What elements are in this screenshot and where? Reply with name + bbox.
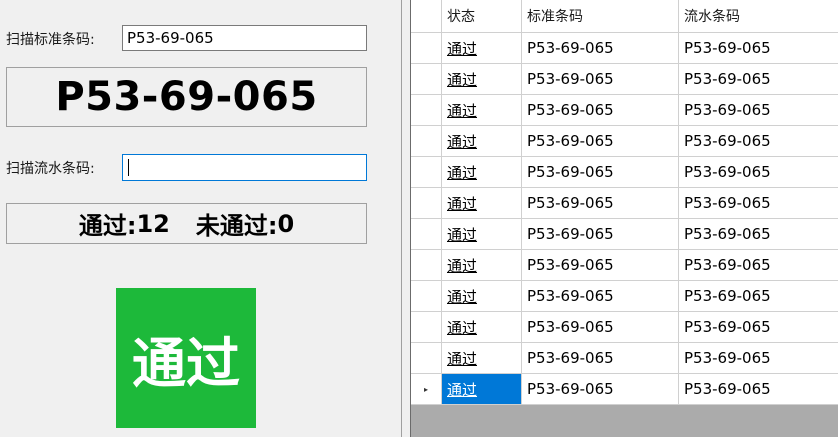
- serial-code-cell[interactable]: P53-69-065: [679, 188, 838, 218]
- standard-code-cell[interactable]: P53-69-065: [522, 281, 679, 311]
- standard-code-cell[interactable]: P53-69-065: [522, 33, 679, 63]
- status-link[interactable]: 通过: [447, 38, 477, 59]
- row-header[interactable]: [411, 312, 442, 342]
- app-window: 扫描标准条码: P53-69-065 P53-69-065 扫描流水条码: 通过…: [0, 0, 838, 437]
- status-link[interactable]: 通过: [447, 317, 477, 338]
- table-row[interactable]: 通过 P53-69-065 P53-69-065: [411, 95, 838, 126]
- standard-code-cell[interactable]: P53-69-065: [522, 64, 679, 94]
- column-header-serial[interactable]: 流水条码: [679, 0, 838, 32]
- column-header-status[interactable]: 状态: [442, 0, 522, 32]
- status-link[interactable]: 通过: [447, 286, 477, 307]
- serial-code-cell[interactable]: P53-69-065: [679, 157, 838, 187]
- status-cell[interactable]: 通过: [442, 95, 522, 125]
- scan-serial-label: 扫描流水条码:: [6, 161, 95, 177]
- status-indicator: 通过: [116, 288, 256, 428]
- table-row[interactable]: 通过 P53-69-065 P53-69-065: [411, 33, 838, 64]
- row-header[interactable]: [411, 281, 442, 311]
- scan-serial-input[interactable]: [122, 154, 367, 181]
- row-header-corner[interactable]: [411, 0, 442, 32]
- row-header[interactable]: [411, 250, 442, 280]
- serial-code-cell[interactable]: P53-69-065: [679, 64, 838, 94]
- grid-header: 状态 标准条码 流水条码: [411, 0, 838, 33]
- pass-count-value: 12: [136, 209, 170, 238]
- result-grid-panel: 状态 标准条码 流水条码 通过 P53-69-065 P53-69-065 通过 P53…: [410, 0, 838, 437]
- serial-code-cell[interactable]: P53-69-065: [679, 95, 838, 125]
- row-header[interactable]: ▸: [411, 374, 442, 404]
- table-row[interactable]: 通过 P53-69-065 P53-69-065: [411, 126, 838, 157]
- status-cell[interactable]: 通过: [442, 33, 522, 63]
- standard-code-cell[interactable]: P53-69-065: [522, 188, 679, 218]
- pass-count-label: 通过:: [78, 212, 137, 240]
- standard-code-cell[interactable]: P53-69-065: [522, 250, 679, 280]
- serial-code-cell[interactable]: P53-69-065: [679, 219, 838, 249]
- status-link[interactable]: 通过: [447, 348, 477, 369]
- fail-count-label: 未通过:: [195, 212, 278, 240]
- status-cell[interactable]: 通过: [442, 188, 522, 218]
- column-header-standard[interactable]: 标准条码: [522, 0, 679, 32]
- serial-code-cell[interactable]: P53-69-065: [679, 281, 838, 311]
- standard-code-cell[interactable]: P53-69-065: [522, 312, 679, 342]
- row-header[interactable]: [411, 95, 442, 125]
- pass-fail-counter: 通过: 12 未通过: 0: [6, 203, 367, 244]
- current-row-indicator-icon: ▸: [423, 384, 428, 394]
- status-link[interactable]: 通过: [447, 162, 477, 183]
- scan-standard-label: 扫描标准条码:: [6, 32, 95, 48]
- serial-code-cell[interactable]: P53-69-065: [679, 374, 838, 404]
- status-cell[interactable]: 通过: [442, 219, 522, 249]
- scan-panel: 扫描标准条码: P53-69-065 P53-69-065 扫描流水条码: 通过…: [0, 0, 402, 437]
- status-link[interactable]: 通过: [447, 131, 477, 152]
- serial-code-cell[interactable]: P53-69-065: [679, 33, 838, 63]
- table-row[interactable]: 通过 P53-69-065 P53-69-065: [411, 188, 838, 219]
- table-row[interactable]: 通过 P53-69-065 P53-69-065: [411, 312, 838, 343]
- standard-code-display: P53-69-065: [6, 67, 367, 127]
- row-header[interactable]: [411, 157, 442, 187]
- table-row[interactable]: 通过 P53-69-065 P53-69-065: [411, 281, 838, 312]
- standard-code-cell[interactable]: P53-69-065: [522, 343, 679, 373]
- row-header[interactable]: [411, 64, 442, 94]
- table-row[interactable]: 通过 P53-69-065 P53-69-065: [411, 219, 838, 250]
- status-cell[interactable]: 通过: [442, 281, 522, 311]
- table-row[interactable]: 通过 P53-69-065 P53-69-065: [411, 157, 838, 188]
- table-row[interactable]: ▸ 通过 P53-69-065 P53-69-065: [411, 374, 838, 405]
- status-cell[interactable]: 通过: [442, 64, 522, 94]
- standard-code-cell[interactable]: P53-69-065: [522, 374, 679, 404]
- table-row[interactable]: 通过 P53-69-065 P53-69-065: [411, 64, 838, 95]
- status-link[interactable]: 通过: [447, 193, 477, 214]
- table-row[interactable]: 通过 P53-69-065 P53-69-065: [411, 343, 838, 374]
- status-link[interactable]: 通过: [447, 69, 477, 90]
- table-row[interactable]: 通过 P53-69-065 P53-69-065: [411, 250, 838, 281]
- status-link[interactable]: 通过: [447, 224, 477, 245]
- status-link[interactable]: 通过: [447, 255, 477, 276]
- row-header[interactable]: [411, 219, 442, 249]
- text-caret: [128, 159, 129, 176]
- standard-code-cell[interactable]: P53-69-065: [522, 126, 679, 156]
- status-link[interactable]: 通过: [447, 379, 477, 400]
- result-grid[interactable]: 状态 标准条码 流水条码 通过 P53-69-065 P53-69-065 通过 P53…: [411, 0, 838, 405]
- row-header[interactable]: [411, 33, 442, 63]
- status-cell[interactable]: 通过: [442, 374, 522, 404]
- grid-body: 通过 P53-69-065 P53-69-065 通过 P53-69-065 P53-69…: [411, 33, 838, 405]
- status-cell[interactable]: 通过: [442, 126, 522, 156]
- standard-code-cell[interactable]: P53-69-065: [522, 157, 679, 187]
- row-header[interactable]: [411, 126, 442, 156]
- status-link[interactable]: 通过: [447, 100, 477, 121]
- standard-code-cell[interactable]: P53-69-065: [522, 219, 679, 249]
- standard-code-cell[interactable]: P53-69-065: [522, 95, 679, 125]
- status-cell[interactable]: 通过: [442, 343, 522, 373]
- serial-code-cell[interactable]: P53-69-065: [679, 343, 838, 373]
- status-cell[interactable]: 通过: [442, 312, 522, 342]
- fail-count-value: 0: [277, 209, 295, 238]
- status-cell[interactable]: 通过: [442, 250, 522, 280]
- row-header[interactable]: [411, 343, 442, 373]
- serial-code-cell[interactable]: P53-69-065: [679, 312, 838, 342]
- serial-code-cell[interactable]: P53-69-065: [679, 250, 838, 280]
- serial-code-cell[interactable]: P53-69-065: [679, 126, 838, 156]
- scan-standard-input[interactable]: P53-69-065: [122, 25, 367, 51]
- row-header[interactable]: [411, 188, 442, 218]
- status-cell[interactable]: 通过: [442, 157, 522, 187]
